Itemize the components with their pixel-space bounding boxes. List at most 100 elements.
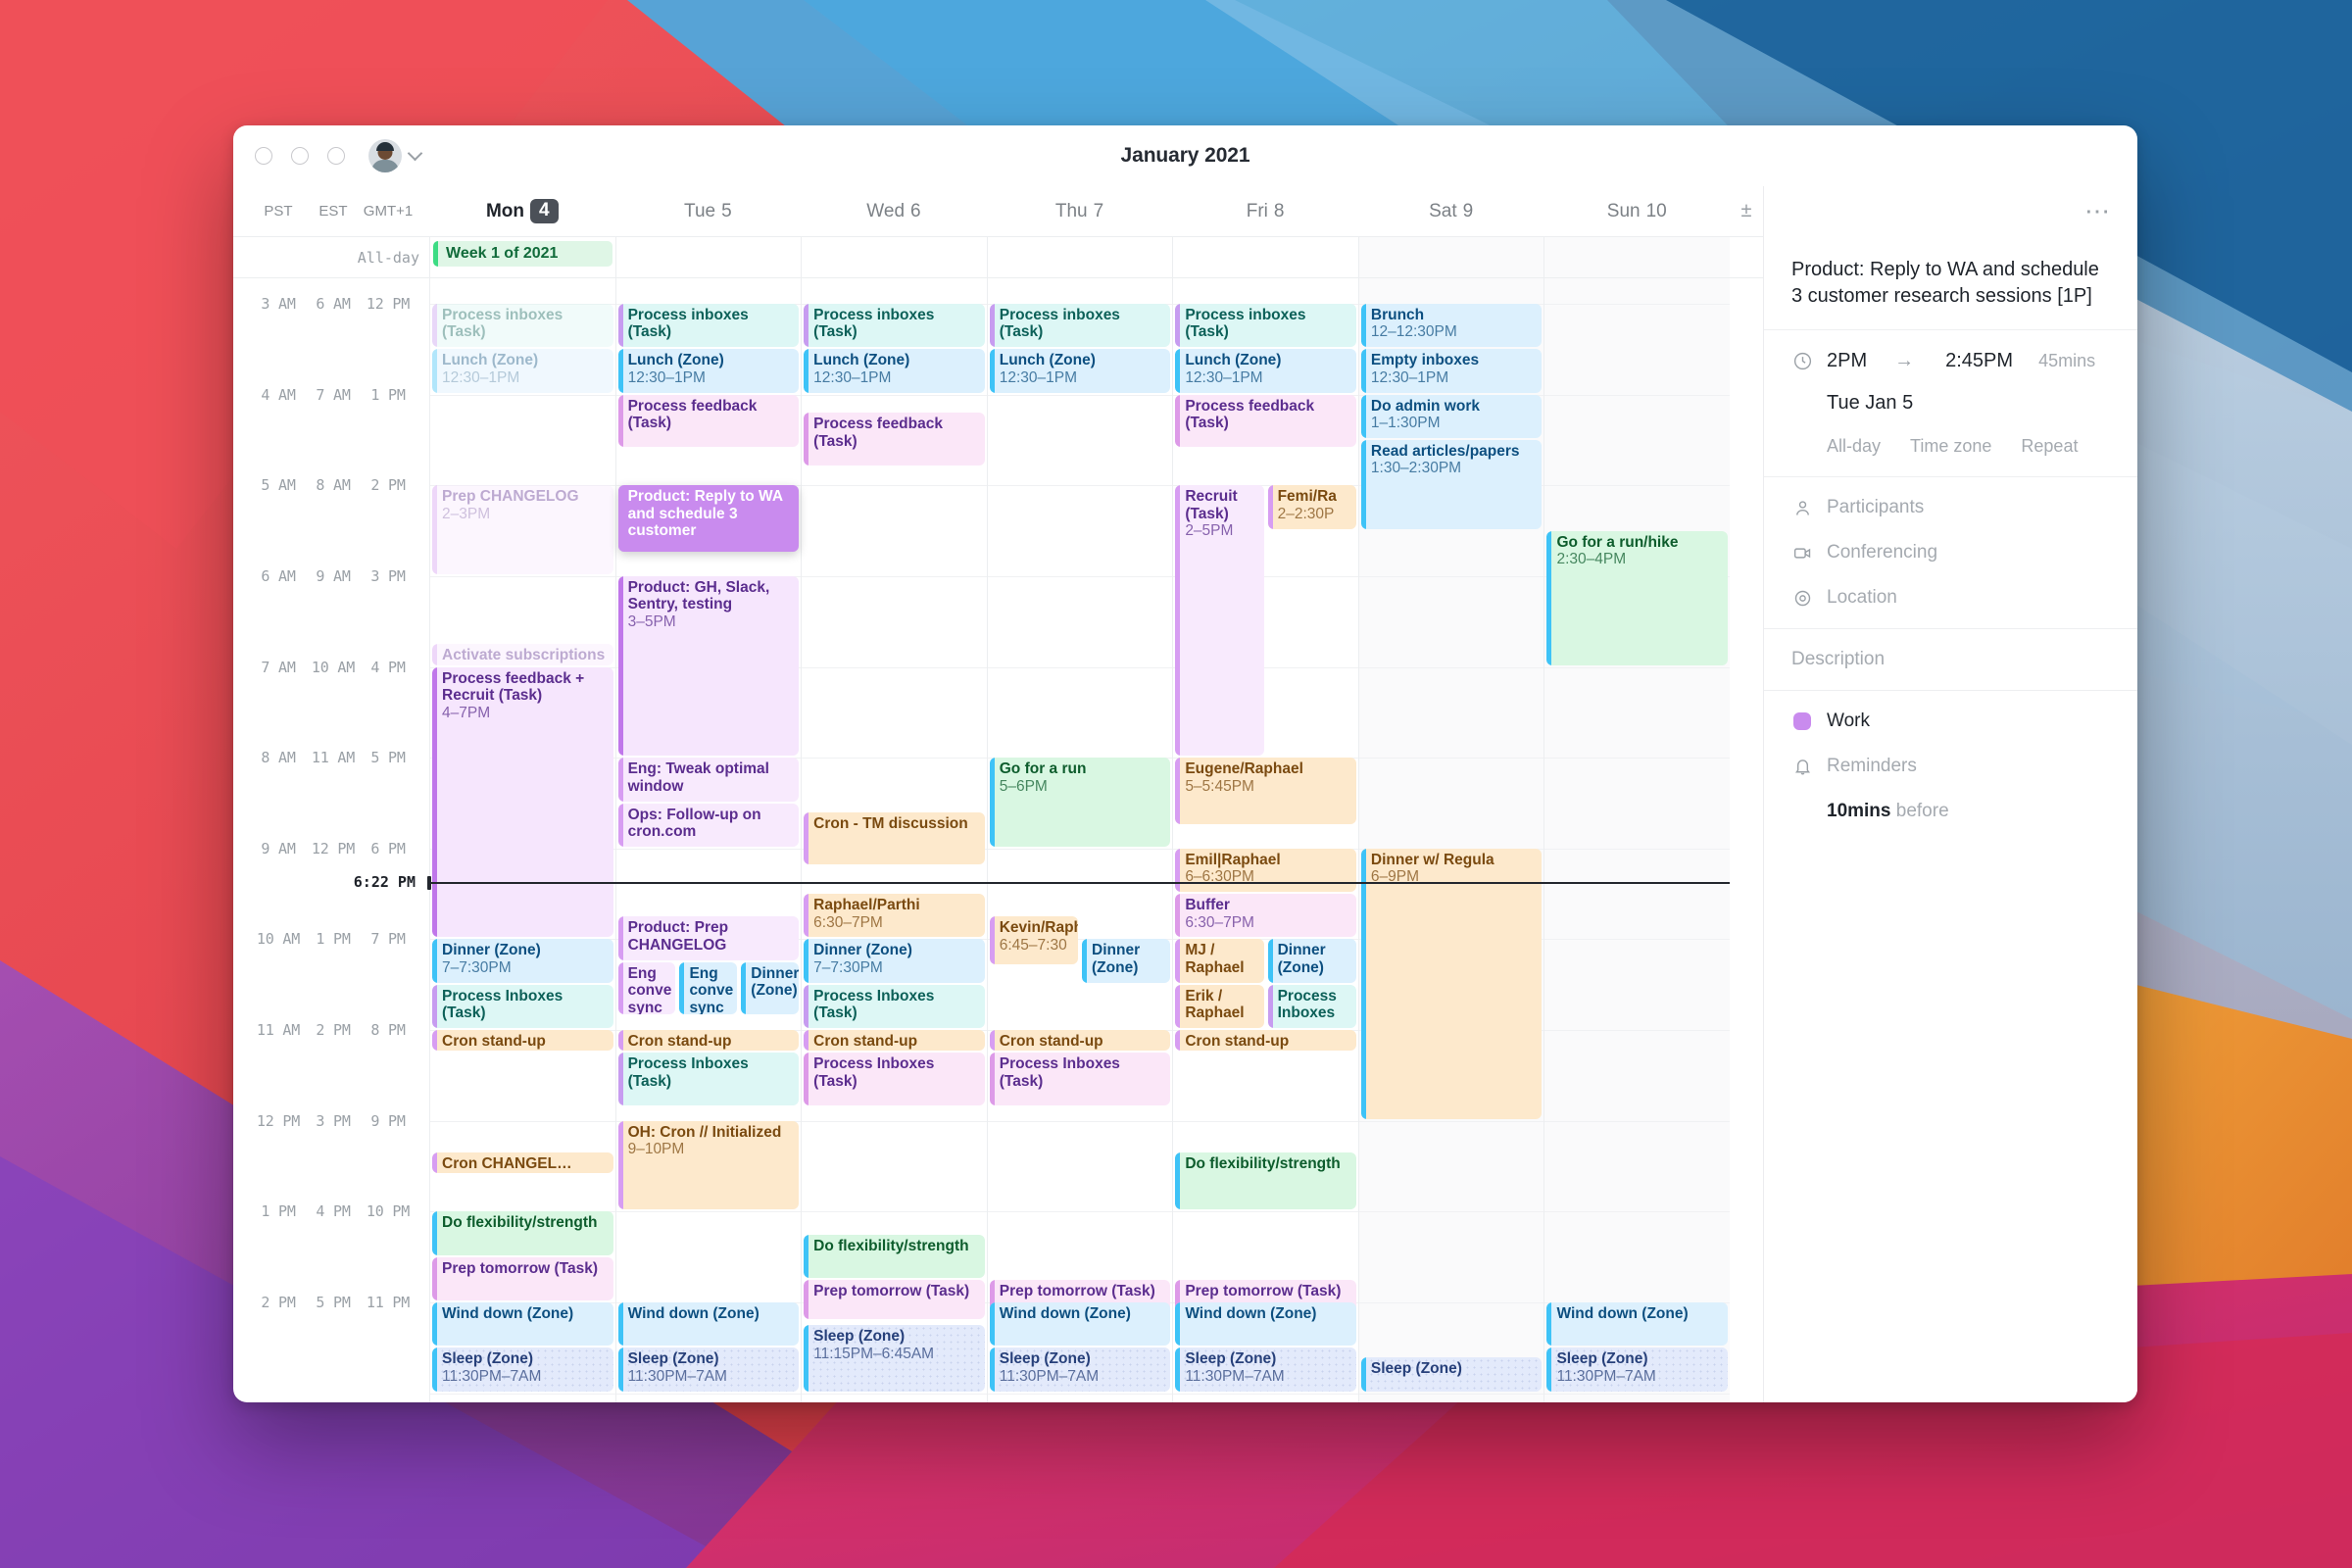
calendar-event[interactable]: Lunch (Zone) 12:30–1PM (617, 349, 800, 393)
calendar-event[interactable]: Go for a run 5–6PM (989, 758, 1171, 847)
calendar-event[interactable]: Lunch (Zone) 12:30–1PM (989, 349, 1171, 393)
calendar-event[interactable]: Brunch 12–12:30PM (1360, 303, 1543, 348)
all-day-cell-sat[interactable] (1357, 237, 1544, 277)
location-row[interactable]: Location (1791, 587, 2110, 609)
description-placeholder[interactable]: Description (1791, 649, 2110, 670)
calendar-event[interactable]: Femi/Ra 2–2:30P (1267, 485, 1356, 529)
more-options-icon[interactable]: ⋯ (2084, 199, 2112, 223)
day-column-wed[interactable]: Process inboxes (Task) Lunch (Zone) 12:30–… (801, 278, 987, 1402)
calendar-event[interactable]: Empty inboxes 12:30–1PM (1360, 349, 1543, 393)
calendar-event[interactable]: Process feedback (Task) (1175, 394, 1356, 448)
day-column-sat[interactable]: Brunch 12–12:30PM Empty inboxes 12:30–1PM Do… (1357, 278, 1544, 1402)
calendar-event[interactable]: Process inboxes (Task) (804, 303, 985, 348)
calendar-event[interactable]: Process inboxes (Task) (432, 303, 613, 348)
calendar-event[interactable]: Lunch (Zone) 12:30–1PM (1175, 349, 1356, 393)
calendar-event[interactable]: Activate subscriptions (432, 644, 613, 665)
toggle-all-day[interactable]: All-day (1827, 436, 1881, 457)
all-day-cell-sun[interactable] (1544, 237, 1731, 277)
toggle-repeat[interactable]: Repeat (2021, 436, 2078, 457)
calendar-event[interactable]: Sleep (Zone) 11:30PM–7AM (989, 1348, 1171, 1392)
avatar[interactable] (368, 139, 402, 172)
event-start-time[interactable]: 2PM (1827, 350, 1867, 372)
all-day-cell-thu[interactable] (986, 237, 1173, 277)
calendar-event[interactable]: Buffer 6:30–7PM (1175, 894, 1356, 938)
calendar-event[interactable]: Dinner (Zone) 7–7:30PM (804, 939, 985, 983)
calendar-event[interactable]: Erik / Raphael (1175, 984, 1264, 1029)
calendar-event[interactable]: Process feedback + Recruit (Task) 4–7PM (432, 666, 613, 938)
calendar-event[interactable]: Raphael/Parthi 6:30–7PM (804, 894, 985, 938)
calendar-event[interactable]: Do flexibility/strength (1175, 1152, 1356, 1210)
zoom-button[interactable] (327, 147, 345, 165)
all-day-cell-wed[interactable] (801, 237, 987, 277)
event-date[interactable]: Tue Jan 5 (1827, 392, 2110, 415)
calendar-event[interactable]: Kevin/Raphae6:45–7:30 (989, 916, 1079, 965)
calendar-event[interactable]: Dinner (Zone) 7–7:30PM (432, 939, 613, 983)
calendar-event[interactable]: Eng conve sync (617, 961, 676, 1015)
all-day-cell-tue[interactable] (614, 237, 802, 277)
timezone-label-gmtplus1[interactable]: GMT+1 (361, 203, 416, 220)
minimize-button[interactable] (291, 147, 309, 165)
event-end-time[interactable]: 2:45PM (1945, 350, 2013, 372)
toggle-time-zone[interactable]: Time zone (1910, 436, 1991, 457)
reminders-row[interactable]: Reminders (1791, 756, 2110, 777)
day-header-sat[interactable]: Sat 9 (1358, 199, 1544, 224)
calendar-event[interactable]: Eng: Tweak optimal window (617, 758, 800, 802)
all-day-cell-mon[interactable]: Week 1 of 2021 (429, 237, 615, 277)
calendar-event[interactable]: Do admin work 1–1:30PM (1360, 394, 1543, 438)
calendar-event[interactable]: Process Inboxes (1267, 984, 1356, 1029)
calendar-event[interactable]: Eng conve sync (679, 961, 738, 1015)
calendar-event[interactable]: MJ / Raphael (1175, 939, 1264, 983)
calendar-event[interactable]: Process Inboxes (Task) (804, 1053, 985, 1105)
calendar-event[interactable]: Sleep (Zone) 11:30PM–7AM (617, 1348, 800, 1392)
day-header-tue[interactable]: Tue 5 (615, 199, 802, 224)
day-header-sun[interactable]: Sun 10 (1544, 199, 1730, 224)
calendar-event[interactable]: Process feedback (Task) (617, 394, 800, 448)
calendar-event[interactable]: Process inboxes (Task) (989, 303, 1171, 348)
calendar-event[interactable]: Process Inboxes (Task) (617, 1053, 800, 1105)
day-column-tue[interactable]: Process inboxes (Task) Lunch (Zone) 12:30–… (614, 278, 802, 1402)
calendar-event[interactable]: Wind down (Zone) (1546, 1302, 1729, 1347)
all-day-event[interactable]: Week 1 of 2021 (433, 241, 612, 267)
calendar-event[interactable]: Prep tomorrow (Task) (432, 1256, 613, 1301)
calendar-event[interactable]: Product: Reply to WA and schedule 3 cust… (617, 485, 800, 552)
day-column-mon[interactable]: Process inboxes (Task) Lunch (Zone) 12:30–… (429, 278, 615, 1402)
calendar-event[interactable]: Sleep (Zone) 11:30PM–7AM (1546, 1348, 1729, 1392)
calendar-event[interactable]: Process feedback (Task) (804, 413, 985, 466)
calendar-event[interactable]: Process Inboxes (Task) (989, 1053, 1171, 1105)
calendar-event[interactable]: Cron stand-up (432, 1030, 613, 1052)
calendar-event[interactable]: Dinner (Zone) (741, 961, 800, 1015)
calendar-event[interactable]: Eugene/Raphael 5–5:45PM (1175, 758, 1356, 824)
calendar-event[interactable]: Prep tomorrow (Task) (804, 1279, 985, 1319)
day-header-thu[interactable]: Thu 7 (987, 199, 1173, 224)
calendar-event[interactable]: Cron stand-up (989, 1030, 1171, 1052)
day-column-thu[interactable]: Process inboxes (Task) Lunch (Zone) 12:30–… (986, 278, 1173, 1402)
calendar-event[interactable]: Wind down (Zone) (617, 1302, 800, 1347)
timezone-label-est[interactable]: EST (306, 203, 361, 220)
calendar-event[interactable]: Cron stand-up (1175, 1030, 1356, 1052)
calendar-event[interactable]: Cron stand-up (617, 1030, 800, 1052)
calendar-event[interactable]: Wind down (Zone) (432, 1302, 613, 1347)
calendar-event[interactable]: Dinner (Zone) (1082, 939, 1171, 983)
calendar-event[interactable]: Prep CHANGELOG 2–3PM (432, 485, 613, 574)
calendar-event[interactable]: Dinner w/ Regula 6–9PM (1360, 848, 1543, 1119)
calendar-event[interactable]: Do flexibility/strength (804, 1234, 985, 1278)
day-header-wed[interactable]: Wed 6 (801, 199, 987, 224)
zoom-density-icon[interactable]: ± (1730, 200, 1763, 222)
time-grid[interactable]: 3 AM 6 AM 12 PM 4 AM 7 AM 1 PM 5 AM 8 AM 2 PM 6 A… (233, 278, 1763, 1402)
calendar-event[interactable]: Ops: Follow-up on cron.com (617, 803, 800, 847)
calendar-event[interactable]: Cron - TM discussion (804, 811, 985, 865)
day-columns[interactable]: Process inboxes (Task) Lunch (Zone) 12:30–… (427, 278, 1731, 1402)
calendar-event[interactable]: Cron CHANGEL… (432, 1152, 613, 1174)
calendar-event[interactable]: Process Inboxes (Task) (432, 984, 613, 1029)
calendar-event[interactable]: Dinner (Zone) (1267, 939, 1356, 983)
calendar-event[interactable]: Wind down (Zone) (989, 1302, 1171, 1347)
calendar-event[interactable]: Do flexibility/strength (432, 1211, 613, 1255)
calendar-event[interactable]: Process inboxes (Task) (617, 303, 800, 348)
account-switcher[interactable] (368, 139, 423, 172)
detail-description-section[interactable]: Description (1764, 629, 2137, 691)
calendar-event[interactable]: Go for a run/hike 2:30–4PM (1546, 530, 1729, 665)
close-button[interactable] (255, 147, 272, 165)
timezone-label-pst[interactable]: PST (251, 203, 306, 220)
chevron-down-icon[interactable] (407, 145, 423, 162)
calendar-event[interactable]: Wind down (Zone) (1175, 1302, 1356, 1347)
